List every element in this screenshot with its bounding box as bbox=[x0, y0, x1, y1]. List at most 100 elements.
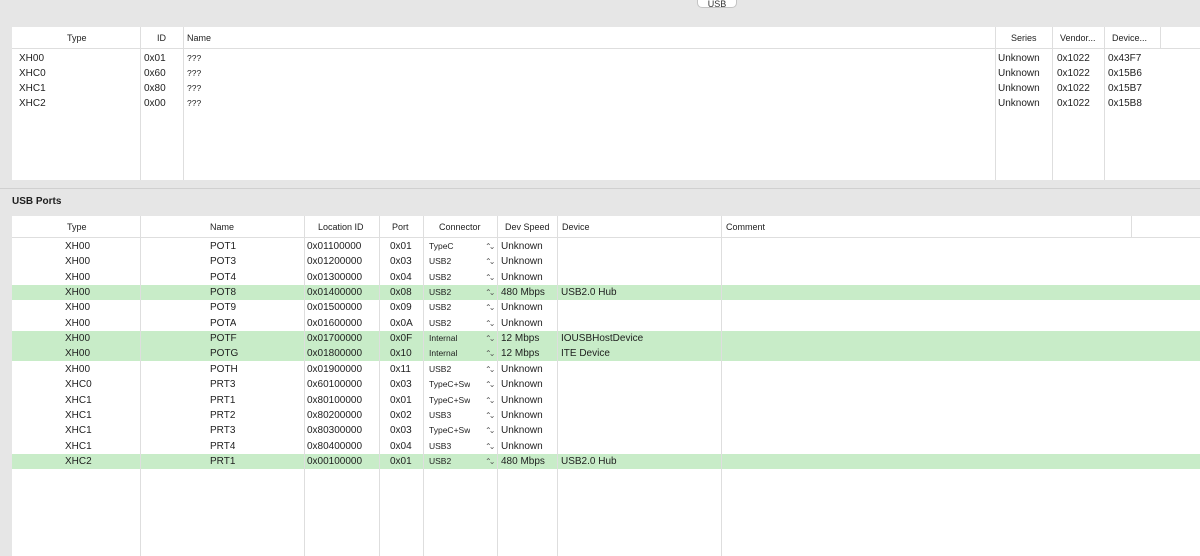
chevron-up-down-icon[interactable]: ⌃⌄ bbox=[485, 377, 496, 392]
connector-select[interactable]: Internal bbox=[429, 331, 457, 346]
table-row[interactable]: XH00 POTH 0x01900000 0x11 USB2 ⌃⌄ Unknown bbox=[12, 362, 1200, 377]
cell-type: XH00 bbox=[65, 241, 91, 252]
tab-usb[interactable]: USB bbox=[697, 0, 737, 9]
chevron-up-down-icon[interactable]: ⌃⌄ bbox=[485, 439, 496, 454]
col-header-series[interactable]: Series bbox=[1011, 27, 1037, 49]
cell-series: Unknown bbox=[998, 98, 1040, 109]
col-header-comment[interactable]: Comment bbox=[726, 216, 765, 238]
connector-select[interactable]: USB2 bbox=[429, 285, 451, 300]
table-row[interactable]: XHC0 0x60??? Unknown 0x1022 0x15B6 bbox=[12, 66, 1200, 81]
connector-select[interactable]: USB2 bbox=[429, 316, 451, 331]
table-row[interactable]: XH00 POT8 0x01400000 0x08 USB2 ⌃⌄ 480 Mbps USB2… bbox=[12, 285, 1200, 301]
table-row[interactable]: XH00 POT3 0x01200000 0x03 USB2 ⌃⌄ Unknown bbox=[12, 254, 1200, 269]
connector-select[interactable]: USB2 bbox=[429, 254, 451, 269]
cell-name: POT3 bbox=[210, 256, 237, 268]
chevron-up-down-icon[interactable]: ⌃⌄ bbox=[485, 408, 496, 423]
col-header-type[interactable]: Type bbox=[67, 27, 87, 49]
chevron-up-down-icon[interactable]: ⌃⌄ bbox=[485, 300, 496, 315]
cell-vendor: 0x1022 bbox=[1057, 53, 1090, 64]
cell-location-id: 0x01800000 bbox=[307, 348, 363, 360]
cell-location-id: 0x60100000 bbox=[307, 379, 363, 391]
section-divider bbox=[0, 188, 1200, 189]
connector-select[interactable]: TypeC bbox=[429, 239, 454, 254]
cell-name: PRT2 bbox=[210, 409, 236, 421]
column-divider bbox=[379, 216, 380, 556]
chevron-up-down-icon[interactable]: ⌃⌄ bbox=[485, 393, 496, 408]
controllers-table: Type ID Name Series Vendor... Device... … bbox=[12, 27, 1200, 180]
connector-select[interactable]: USB2 bbox=[429, 270, 451, 285]
chevron-up-down-icon[interactable]: ⌃⌄ bbox=[485, 423, 496, 438]
col-header-connector[interactable]: Connector bbox=[439, 216, 481, 238]
col-header-device[interactable]: Device... bbox=[1112, 27, 1147, 49]
cell-location-id: 0x80200000 bbox=[307, 409, 363, 421]
connector-select[interactable]: USB2 bbox=[429, 300, 451, 315]
cell-name: POT4 bbox=[210, 271, 237, 283]
chevron-up-down-icon[interactable]: ⌃⌄ bbox=[485, 346, 496, 361]
connector-select[interactable]: TypeC+Sw bbox=[429, 393, 470, 408]
chevron-up-down-icon[interactable]: ⌃⌄ bbox=[485, 454, 496, 469]
col-header-location-id[interactable]: Location ID bbox=[318, 216, 364, 238]
chevron-up-down-icon[interactable]: ⌃⌄ bbox=[485, 285, 496, 300]
table-row[interactable]: XHC2 PRT1 0x00100000 0x01 USB2 ⌃⌄ 480 Mbps USB2… bbox=[12, 453, 1200, 469]
table-row[interactable]: XHC1 PRT1 0x80100000 0x01 TypeC+Sw ⌃⌄ Unknown bbox=[12, 393, 1200, 408]
cell-type: XHC2 bbox=[19, 98, 46, 109]
cell-dev-speed: Unknown bbox=[501, 302, 543, 314]
cell-type: XH00 bbox=[65, 256, 91, 268]
table-row[interactable]: XHC1 PRT4 0x80400000 0x04 USB3 ⌃⌄ Unknown bbox=[12, 439, 1200, 454]
cell-dev-speed: 12 Mbps bbox=[501, 348, 540, 360]
table-row[interactable]: XH00 POT9 0x01500000 0x09 USB2 ⌃⌄ Unknown bbox=[12, 300, 1200, 315]
cell-device: 0x15B8 bbox=[1108, 98, 1142, 109]
cell-port: 0x01 bbox=[390, 241, 412, 252]
connector-select[interactable]: USB3 bbox=[429, 408, 451, 423]
col-header-device[interactable]: Device bbox=[562, 216, 590, 238]
chevron-up-down-icon[interactable]: ⌃⌄ bbox=[485, 270, 496, 285]
chevron-up-down-icon[interactable]: ⌃⌄ bbox=[485, 362, 496, 377]
usb-ports-table: Type Name Location ID Port Connector Dev… bbox=[12, 216, 1200, 556]
table-row[interactable]: XHC1 PRT3 0x80300000 0x03 TypeC+Sw ⌃⌄ Unknown bbox=[12, 423, 1200, 438]
cell-dev-speed: Unknown bbox=[501, 271, 543, 283]
col-header-name[interactable]: Name bbox=[187, 27, 211, 49]
table-row[interactable]: XH00 POT4 0x01300000 0x04 USB2 ⌃⌄ Unknown bbox=[12, 270, 1200, 285]
cell-dev-speed: Unknown bbox=[501, 256, 543, 268]
cell-name: POT8 bbox=[210, 287, 237, 299]
column-divider bbox=[1131, 216, 1132, 238]
table-row[interactable]: XH00 POT1 0x01100000 0x01 TypeC ⌃⌄ Unknown bbox=[12, 239, 1200, 254]
cell-port: 0x03 bbox=[390, 256, 412, 268]
table-row[interactable]: XH00 0x01??? Unknown 0x1022 0x43F7 bbox=[12, 51, 1200, 66]
table-row[interactable]: XH00 POTG 0x01800000 0x10 Internal ⌃⌄ 12 Mbps I… bbox=[12, 346, 1200, 362]
cell-port: 0x11 bbox=[390, 363, 411, 375]
column-divider bbox=[140, 216, 141, 556]
cell-type: XH00 bbox=[19, 53, 45, 64]
col-header-vendor[interactable]: Vendor... bbox=[1060, 27, 1096, 49]
connector-select[interactable]: USB2 bbox=[429, 362, 451, 377]
chevron-up-down-icon[interactable]: ⌃⌄ bbox=[485, 254, 496, 269]
table-row[interactable]: XHC1 0x80??? Unknown 0x1022 0x15B7 bbox=[12, 81, 1200, 96]
connector-select[interactable]: TypeC+Sw bbox=[429, 423, 470, 438]
table-row[interactable]: XH00 POTF 0x01700000 0x0F Internal ⌃⌄ 12 Mbps I… bbox=[12, 331, 1200, 347]
connector-select[interactable]: USB3 bbox=[429, 439, 451, 454]
chevron-up-down-icon[interactable]: ⌃⌄ bbox=[485, 316, 496, 331]
cell-name: PRT4 bbox=[210, 440, 236, 452]
cell-dev-speed: Unknown bbox=[501, 379, 543, 391]
cell-dev-speed: Unknown bbox=[501, 440, 543, 452]
cell-port: 0x04 bbox=[390, 440, 412, 452]
table-row[interactable]: XH00 POTA 0x01600000 0x0A USB2 ⌃⌄ Unknown bbox=[12, 316, 1200, 331]
col-header-name[interactable]: Name bbox=[210, 216, 234, 238]
cell-dev-speed: Unknown bbox=[501, 425, 543, 437]
table-row[interactable]: XHC1 PRT2 0x80200000 0x02 USB3 ⌃⌄ Unknown bbox=[12, 408, 1200, 423]
table-row[interactable]: XHC2 0x00??? Unknown 0x1022 0x15B8 bbox=[12, 96, 1200, 111]
cell-port: 0x02 bbox=[390, 409, 412, 421]
table-row[interactable]: XHC0 PRT3 0x60100000 0x03 TypeC+Sw ⌃⌄ Unknown bbox=[12, 377, 1200, 392]
connector-select[interactable]: Internal bbox=[429, 346, 457, 361]
connector-select[interactable]: USB2 bbox=[429, 454, 451, 469]
chevron-up-down-icon[interactable]: ⌃⌄ bbox=[485, 331, 496, 346]
col-header-type[interactable]: Type bbox=[67, 216, 87, 238]
cell-dev-speed: 480 Mbps bbox=[501, 455, 545, 467]
chevron-up-down-icon[interactable]: ⌃⌄ bbox=[485, 239, 496, 254]
col-header-id[interactable]: ID bbox=[157, 27, 166, 49]
col-header-dev-speed[interactable]: Dev Speed bbox=[505, 216, 550, 238]
cell-type: XH00 bbox=[65, 333, 91, 345]
col-header-port[interactable]: Port bbox=[392, 216, 409, 238]
connector-select[interactable]: TypeC+Sw bbox=[429, 377, 470, 392]
cell-type: XH00 bbox=[65, 302, 91, 314]
